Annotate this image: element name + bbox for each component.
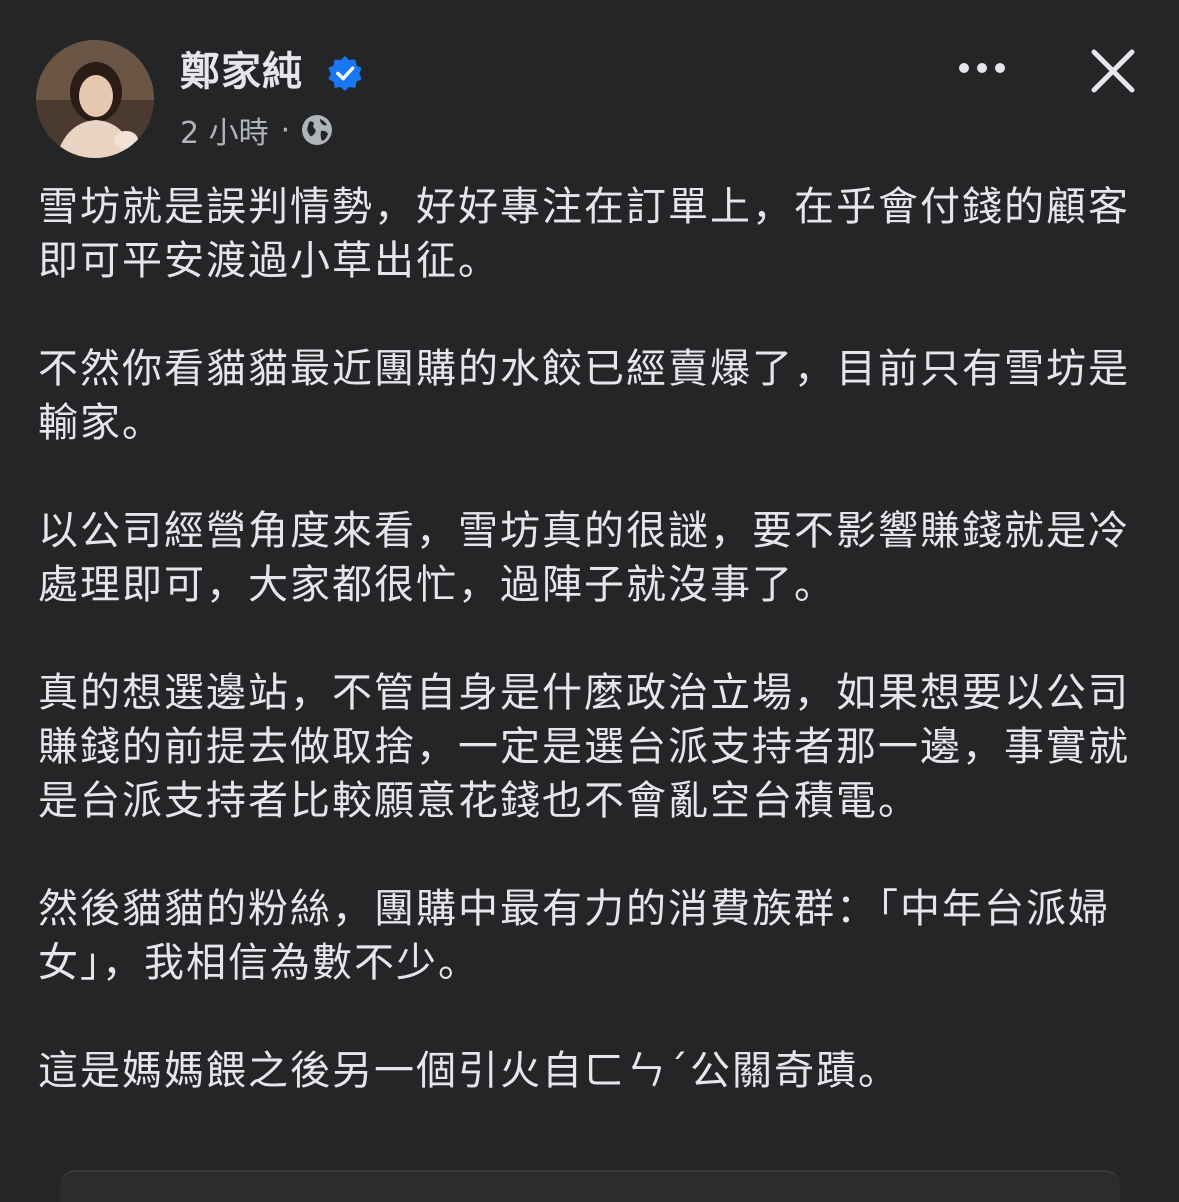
post-paragraph: 這是媽媽餵之後另一個引火自ㄈㄣˊ公關奇蹟。 [38, 1048, 900, 1094]
author-name[interactable]: 鄭家純 [180, 44, 303, 100]
post-paragraph: 雪坊就是誤判情勢，好好專注在訂單上，在乎會付錢的顧客即可平安渡過小草出征。 [38, 184, 1130, 284]
avatar[interactable] [36, 40, 154, 158]
post-time[interactable]: 2 小時 [180, 108, 269, 152]
meta-separator: · [280, 112, 291, 148]
post-meta: 2 小時 · [180, 108, 334, 152]
verified-badge-icon [328, 55, 362, 92]
bottom-sheet-edge [60, 1170, 1120, 1202]
post-paragraph: 不然你看貓貓最近團購的水餃已經賣爆了，目前只有雪坊是輸家。 [38, 346, 1130, 446]
post-paragraph: 真的想選邊站，不管自身是什麼政治立場，如果想要以公司賺錢的前提去做取捨，一定是選… [38, 670, 1130, 824]
post-paragraph: 然後貓貓的粉絲，團購中最有力的消費族群：「中年台派婦女」，我相信為數不少。 [38, 886, 1110, 986]
globe-icon [302, 115, 333, 145]
more-options-button[interactable] [950, 46, 1014, 90]
post-text: 雪坊就是誤判情勢，好好專注在訂單上，在乎會付錢的顧客即可平安渡過小草出征。 不然… [38, 180, 1143, 1152]
post-header: 鄭家純 2 小時 · [0, 0, 1179, 160]
post-paragraph: 以公司經營角度來看，雪坊真的很謎，要不影響賺錢就是冷處理即可，大家都很忙，過陣子… [38, 508, 1130, 608]
close-button[interactable] [1086, 44, 1140, 98]
avatar-image [36, 40, 154, 158]
